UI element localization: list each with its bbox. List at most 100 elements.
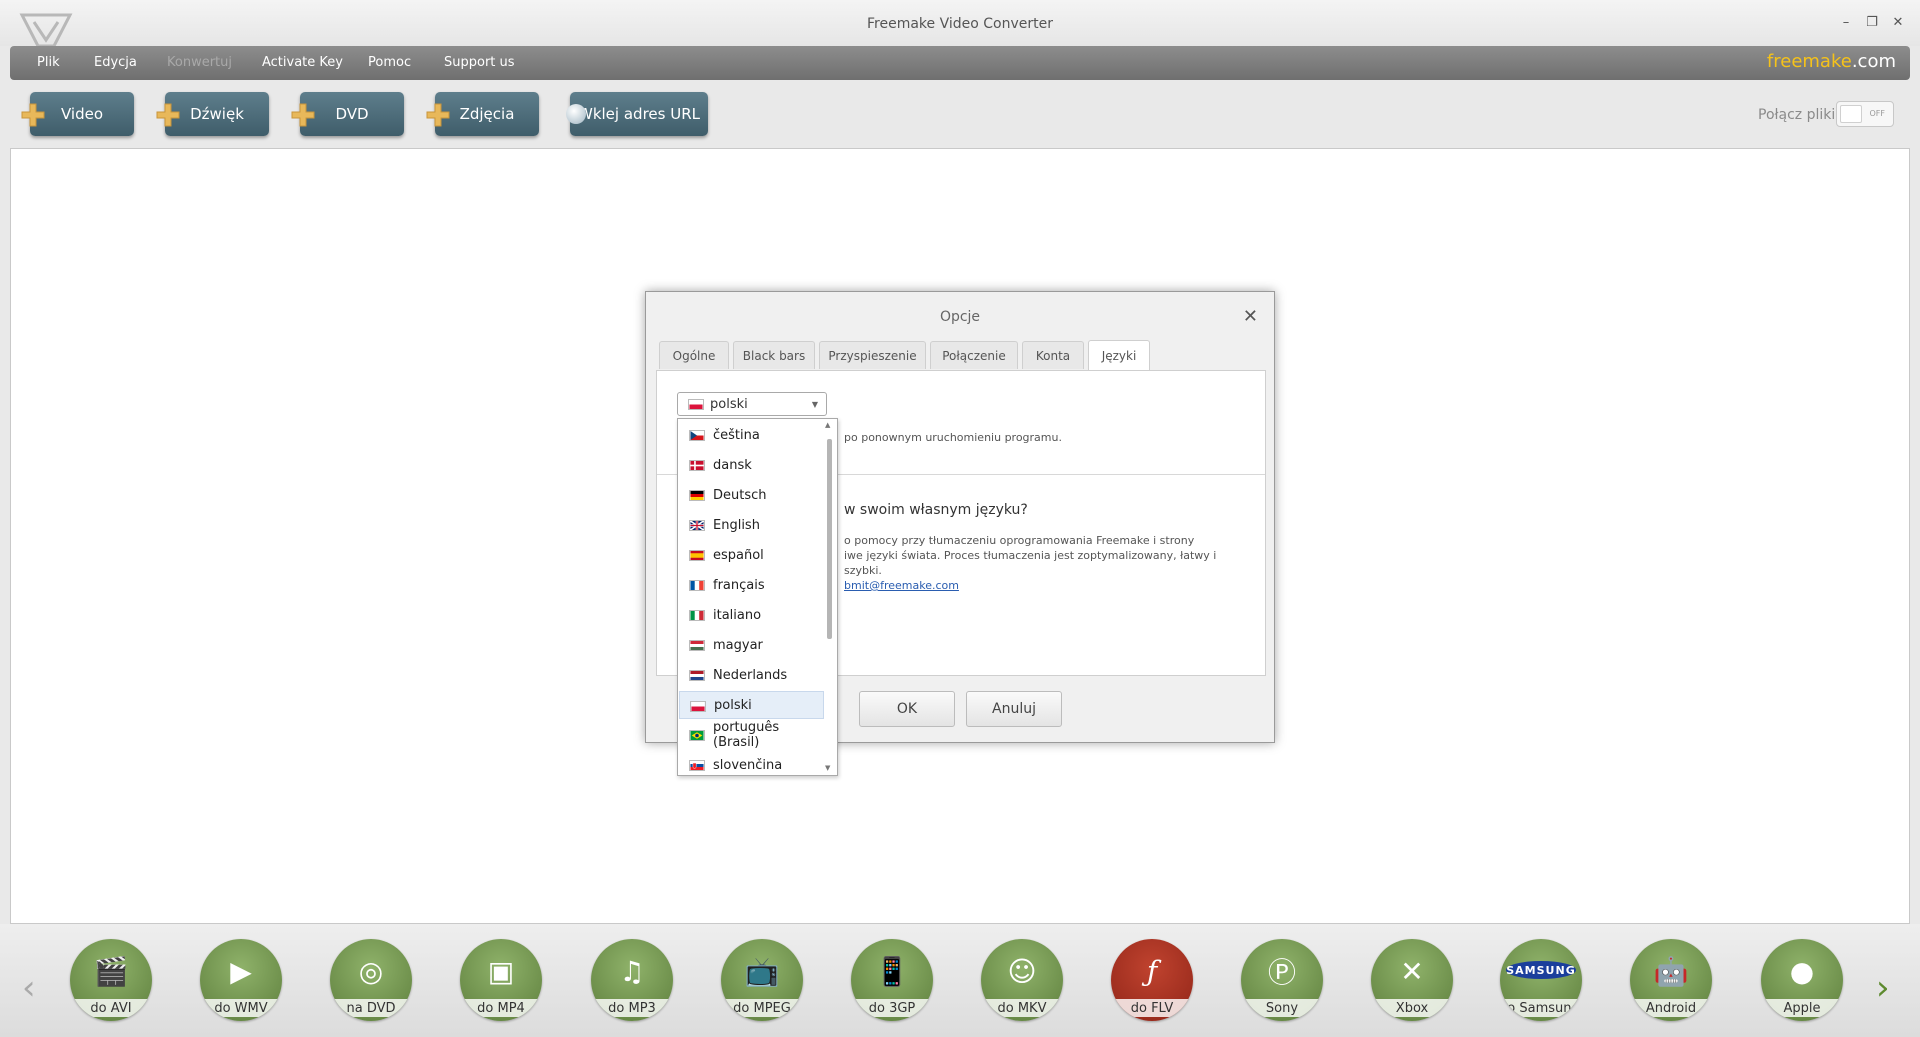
restart-note: po ponownym uruchomieniu programu. <box>844 431 1062 444</box>
language-option-en[interactable]: English <box>679 511 824 539</box>
ok-button[interactable]: OK <box>859 691 955 727</box>
flag-fr-icon <box>689 580 705 591</box>
minimize-icon[interactable]: – <box>1838 14 1854 30</box>
language-option-hu[interactable]: magyar <box>679 631 824 659</box>
mp4-player-icon: ▣ <box>487 954 515 988</box>
menu-support-us[interactable]: Support us <box>444 55 515 70</box>
format-dvd-button[interactable]: ◎ na DVD <box>330 939 412 1021</box>
dropdown-scrollbar[interactable]: ▲ ▼ <box>824 421 836 773</box>
format-mpeg-button[interactable]: 📺 do MPEG <box>721 939 803 1021</box>
earphones-icon: ♫ <box>619 954 645 988</box>
flag-pl-icon <box>690 701 706 712</box>
format-wmv-button[interactable]: ▶ do WMV <box>200 939 282 1021</box>
tab-languages[interactable]: Języki <box>1088 340 1150 370</box>
tab-accounts[interactable]: Konta <box>1022 341 1084 369</box>
scroll-left-icon[interactable]: ‹ <box>22 968 36 1008</box>
format-mp4-button[interactable]: ▣ do MP4 <box>460 939 542 1021</box>
add-photos-button[interactable]: Zdjęcia <box>426 92 539 136</box>
flag-dk-icon <box>689 460 705 471</box>
flag-br-icon <box>689 730 705 741</box>
flag-it-icon <box>689 610 705 621</box>
disc-icon: ◎ <box>358 954 384 988</box>
language-option-da[interactable]: dansk <box>679 451 824 479</box>
add-dvd-button[interactable]: DVD <box>291 92 404 136</box>
title-bar: Freemake Video Converter – ❐ ✕ <box>0 0 1920 48</box>
toggle-state: OFF <box>1869 109 1886 118</box>
language-option-cs[interactable]: čeština <box>679 421 824 449</box>
language-option-it[interactable]: italiano <box>679 601 824 629</box>
window-title: Freemake Video Converter <box>867 16 1053 32</box>
chevron-down-icon: ▼ <box>811 400 818 409</box>
scroll-right-icon[interactable]: › <box>1876 968 1890 1008</box>
format-mp3-button[interactable]: ♫ do MP3 <box>591 939 673 1021</box>
add-audio-button[interactable]: Dźwięk <box>156 92 269 136</box>
samsung-icon: SAMSUNG <box>1506 961 1576 979</box>
flag-es-icon <box>689 550 705 561</box>
plus-icon <box>21 103 45 127</box>
close-icon[interactable]: ✕ <box>1243 306 1258 327</box>
tab-connection[interactable]: Połączenie <box>930 341 1018 369</box>
flag-cz-icon <box>689 430 705 441</box>
cancel-button[interactable]: Anuluj <box>966 691 1062 727</box>
translation-help-heading: w swoim własnym języku? <box>844 502 1028 518</box>
format-xbox-button[interactable]: ✕ Xbox <box>1371 939 1453 1021</box>
language-option-pl[interactable]: polski <box>679 691 824 719</box>
xbox-icon: ✕ <box>1400 954 1424 988</box>
freemake-brand[interactable]: freemake.com <box>1767 51 1896 72</box>
flag-pl-icon <box>688 399 704 410</box>
format-sony-button[interactable]: Ⓟ Sony <box>1241 939 1323 1021</box>
language-option-fr[interactable]: français <box>679 571 824 599</box>
format-android-button[interactable]: 🤖 Android <box>1630 939 1712 1021</box>
join-files-toggle[interactable]: OFF <box>1836 101 1894 127</box>
language-option-nl[interactable]: Nederlands <box>679 661 824 689</box>
format-bar: ‹ 🎬 do AVI ▶ do WMV ◎ na DVD ▣ do MP4 ♫ … <box>0 924 1920 1037</box>
toolbar: Video Dźwięk DVD Zdjęcia Wklej adres URL <box>0 80 1920 146</box>
format-avi-button[interactable]: 🎬 do AVI <box>70 939 152 1021</box>
plus-icon <box>156 103 180 127</box>
playstation-icon: Ⓟ <box>1267 956 1296 989</box>
language-option-de[interactable]: Deutsch <box>679 481 824 509</box>
scrollbar-thumb[interactable] <box>827 439 832 639</box>
flag-sk-icon <box>689 760 705 771</box>
translation-help-text: o pomocy przy tłumaczeniu oprogramowania… <box>844 534 1217 577</box>
language-select[interactable]: polski ▼ <box>677 392 827 416</box>
language-option-es[interactable]: español <box>679 541 824 569</box>
add-video-button[interactable]: Video <box>21 92 134 136</box>
tab-general[interactable]: Ogólne <box>659 341 729 369</box>
format-samsung-button[interactable]: SAMSUNG to Samsung <box>1500 939 1582 1021</box>
paste-url-button[interactable]: Wklej adres URL <box>566 92 708 136</box>
close-icon[interactable]: ✕ <box>1890 14 1906 30</box>
menu-konwertuj[interactable]: Konwertuj <box>167 55 232 70</box>
flash-icon: ƒ <box>1146 954 1158 988</box>
dialog-title: Opcje <box>939 309 981 325</box>
language-option-pt-br[interactable]: português (Brasil) <box>679 720 824 750</box>
plus-icon <box>426 103 450 127</box>
flag-gb-icon <box>689 520 705 531</box>
windows-media-icon: ▶ <box>230 954 252 988</box>
submit-email-link[interactable]: bmit@freemake.com <box>844 579 959 592</box>
format-3gp-button[interactable]: 📱 do 3GP <box>851 939 933 1021</box>
language-dropdown-list[interactable]: čeština dansk Deutsch English español fr… <box>677 418 838 776</box>
scroll-up-icon[interactable]: ▲ <box>825 421 830 429</box>
globe-icon <box>566 104 586 124</box>
menu-pomoc[interactable]: Pomoc <box>368 55 411 70</box>
format-apple-button[interactable]: ● Apple <box>1761 939 1843 1021</box>
flag-nl-icon <box>689 670 705 681</box>
matryoshka-icon: ☺ <box>1007 954 1037 988</box>
toggle-knob <box>1840 105 1862 123</box>
format-mkv-button[interactable]: ☺ do MKV <box>981 939 1063 1021</box>
tv-icon: 📺 <box>744 954 780 988</box>
language-option-sk[interactable]: slovenčina <box>679 751 824 775</box>
menu-edycja[interactable]: Edycja <box>94 55 137 70</box>
menu-plik[interactable]: Plik <box>37 55 60 70</box>
menu-bar: Plik Edycja Konwertuj Activate Key Pomoc… <box>10 46 1910 80</box>
format-flv-button[interactable]: ƒ do FLV <box>1111 939 1193 1021</box>
phone-icon: 📱 <box>874 954 910 988</box>
join-files-label: Połącz pliki <box>1758 107 1836 123</box>
menu-activate-key[interactable]: Activate Key <box>262 55 343 70</box>
tab-black-bars[interactable]: Black bars <box>733 341 815 369</box>
scroll-down-icon[interactable]: ▼ <box>825 764 830 772</box>
restore-icon[interactable]: ❐ <box>1864 14 1880 30</box>
android-icon: 🤖 <box>1653 954 1689 988</box>
tab-acceleration[interactable]: Przyspieszenie <box>819 341 926 369</box>
